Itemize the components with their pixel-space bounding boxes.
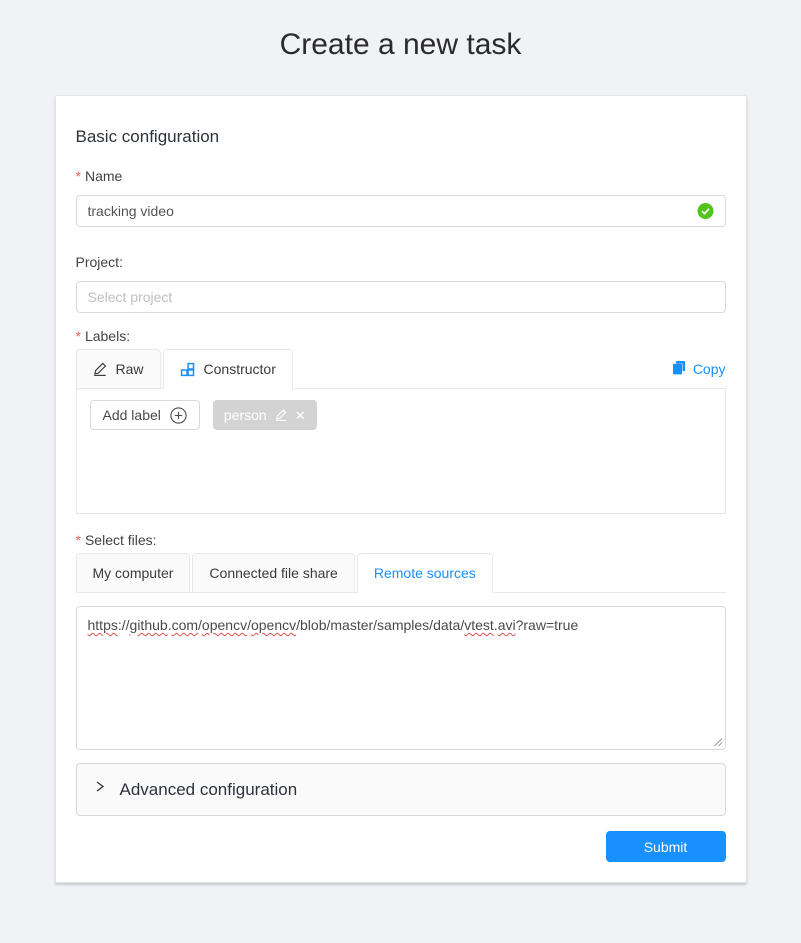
remote-urls-text: https://github.com/opencv/opencv/blob/ma… [88,615,714,636]
tab-constructor[interactable]: Constructor [163,349,293,389]
files-form-item: *Select files: My computer Connected fil… [76,529,726,750]
copy-label: Copy [693,361,726,377]
name-label-text: Name [85,168,122,184]
select-files-label-text: Select files: [85,532,157,548]
resize-handle-icon[interactable] [713,737,723,747]
edit-icon[interactable] [275,409,287,421]
tab-raw-label: Raw [116,361,144,377]
required-asterisk: * [76,532,81,548]
remote-urls-textarea[interactable]: https://github.com/opencv/opencv/blob/ma… [76,606,726,750]
check-circle-icon [697,203,714,220]
required-asterisk: * [76,328,81,344]
labels-tabs-bar: Raw Constructor Copy [76,349,726,389]
create-task-card: Basic configuration *Name Project: *Labe… [55,95,747,883]
name-label: *Name [76,165,726,187]
label-tag-person[interactable]: person ✕ [213,400,317,430]
copy-labels-button[interactable]: Copy [672,360,726,378]
tab-connected-file-share-label: Connected file share [209,565,337,581]
tab-constructor-label: Constructor [204,361,276,377]
submit-row: Submit [76,831,726,862]
project-form-item: Project: [76,251,726,313]
required-asterisk: * [76,168,81,184]
create-task-page: Create a new task Basic configuration *N… [0,26,801,883]
labels-label-text: Labels: [85,328,130,344]
submit-button[interactable]: Submit [606,831,726,862]
plus-circle-icon [170,407,187,424]
add-label-text: Add label [103,407,161,423]
files-tabs-bar: My computer Connected file share Remote … [76,553,726,593]
add-label-button[interactable]: Add label [90,400,200,430]
tab-my-computer[interactable]: My computer [76,553,191,593]
build-icon [180,362,195,377]
advanced-configuration-panel[interactable]: Advanced configuration [76,763,726,816]
project-label: Project: [76,251,726,273]
tab-raw[interactable]: Raw [76,349,161,389]
copy-icon [672,360,686,378]
name-input[interactable] [76,195,726,227]
tab-remote-sources[interactable]: Remote sources [357,553,493,593]
tab-remote-sources-label: Remote sources [374,565,476,581]
labels-form-item: *Labels: Raw Constructor [76,325,726,514]
name-form-item: *Name [76,165,726,227]
tab-my-computer-label: My computer [93,565,174,581]
labels-label: *Labels: [76,325,726,347]
labels-constructor-area: Add label person ✕ [76,389,726,514]
tab-connected-file-share[interactable]: Connected file share [192,553,354,593]
select-files-label: *Select files: [76,529,726,551]
name-input-wrap [76,195,726,227]
labels-tabs-extra: Copy [672,349,726,389]
chevron-right-icon [94,780,105,793]
advanced-configuration-label: Advanced configuration [120,780,298,800]
project-select-input[interactable] [76,281,726,313]
edit-icon [93,362,107,376]
page-title: Create a new task [0,26,801,64]
close-icon[interactable]: ✕ [295,409,306,422]
basic-configuration-heading: Basic configuration [76,126,726,148]
label-tag-name: person [224,407,267,423]
